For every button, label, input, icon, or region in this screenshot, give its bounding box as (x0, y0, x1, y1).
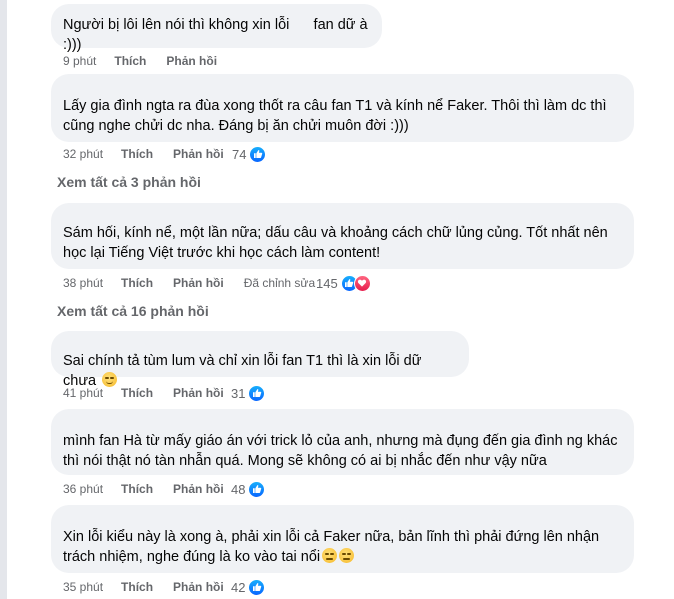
view-all-replies-link[interactable]: Xem tất cả 16 phản hồi (57, 301, 209, 321)
reaction-summary[interactable]: 74 (232, 145, 267, 163)
comment-text: Người bị lôi lên nói thì không xin lỗi f… (63, 17, 372, 53)
comment-time[interactable]: 32 phút (63, 146, 103, 162)
comment-meta: 35 phút Thích Phản hồi (63, 579, 244, 595)
comment-text: mình fan Hà từ mấy giáo án với trick lỏ … (63, 433, 622, 469)
reaction-count: 48 (231, 481, 246, 497)
reply-button[interactable]: Phản hồi (173, 146, 224, 162)
reply-button[interactable]: Phản hồi (166, 53, 217, 69)
unamused-emoji-icon (322, 548, 338, 563)
reaction-count: 31 (231, 385, 246, 401)
comment-bubble: Sám hối, kính nể, một lần nữa; dấu câu v… (51, 203, 634, 269)
unamused-emoji-icon (339, 548, 355, 563)
reaction-count: 42 (231, 579, 246, 595)
love-icon (353, 274, 371, 292)
like-button[interactable]: Thích (121, 385, 153, 401)
comment-bubble: Xin lỗi kiểu này là xong à, phải xin lỗi… (51, 505, 634, 573)
comment-time[interactable]: 38 phút (63, 275, 103, 291)
comment-meta: 36 phút Thích Phản hồi (63, 481, 244, 497)
like-icon (248, 578, 266, 596)
comment-meta: 32 phút Thích Phản hồi (63, 146, 244, 162)
comment-meta: 41 phút Thích Phản hồi (63, 385, 244, 401)
reaction-summary[interactable]: 48 (231, 480, 266, 498)
like-button[interactable]: Thích (121, 275, 153, 291)
view-all-replies-link[interactable]: Xem tất cả 3 phản hồi (57, 172, 201, 192)
reaction-count: 74 (232, 146, 247, 162)
like-button[interactable]: Thích (121, 146, 153, 162)
scrollbar-track[interactable] (0, 0, 7, 599)
reaction-count: 145 (316, 275, 338, 291)
comment-bubble: mình fan Hà từ mấy giáo án với trick lỏ … (51, 409, 634, 475)
reply-button[interactable]: Phản hồi (173, 385, 224, 401)
like-button[interactable]: Thích (121, 579, 153, 595)
comment-time[interactable]: 9 phút (63, 53, 96, 69)
comment-meta: 38 phút Thích Phản hồi Đã chỉnh sửa (63, 275, 335, 291)
reply-button[interactable]: Phản hồi (173, 579, 224, 595)
edited-label[interactable]: Đã chỉnh sửa (244, 275, 315, 291)
reaction-summary[interactable]: 145 (316, 274, 371, 292)
comment-text: Lấy gia đình ngta ra đùa xong thốt ra câ… (63, 98, 611, 134)
comment-text: Xin lỗi kiểu này là xong à, phải xin lỗi… (63, 527, 622, 567)
like-icon (248, 480, 266, 498)
like-icon (249, 145, 267, 163)
comment-text: Sám hối, kính nể, một lần nữa; dấu câu v… (63, 225, 612, 261)
comment-time[interactable]: 36 phút (63, 481, 103, 497)
comment-time[interactable]: 41 phút (63, 385, 103, 401)
like-button[interactable]: Thích (114, 53, 146, 69)
reaction-summary[interactable]: 42 (231, 578, 266, 596)
like-icon (248, 384, 266, 402)
comment-time[interactable]: 35 phút (63, 579, 103, 595)
comment-bubble: Người bị lôi lên nói thì không xin lỗi f… (51, 4, 382, 53)
comment-bubble: Lấy gia đình ngta ra đùa xong thốt ra câ… (51, 74, 634, 142)
reply-button[interactable]: Phản hồi (173, 275, 224, 291)
reply-button[interactable]: Phản hồi (173, 481, 224, 497)
comment-meta: 9 phút Thích Phản hồi (63, 53, 237, 69)
like-button[interactable]: Thích (121, 481, 153, 497)
reaction-summary[interactable]: 31 (231, 384, 266, 402)
comment-bubble: Sai chính tả tùm lum và chỉ xin lỗi fan … (51, 331, 469, 389)
